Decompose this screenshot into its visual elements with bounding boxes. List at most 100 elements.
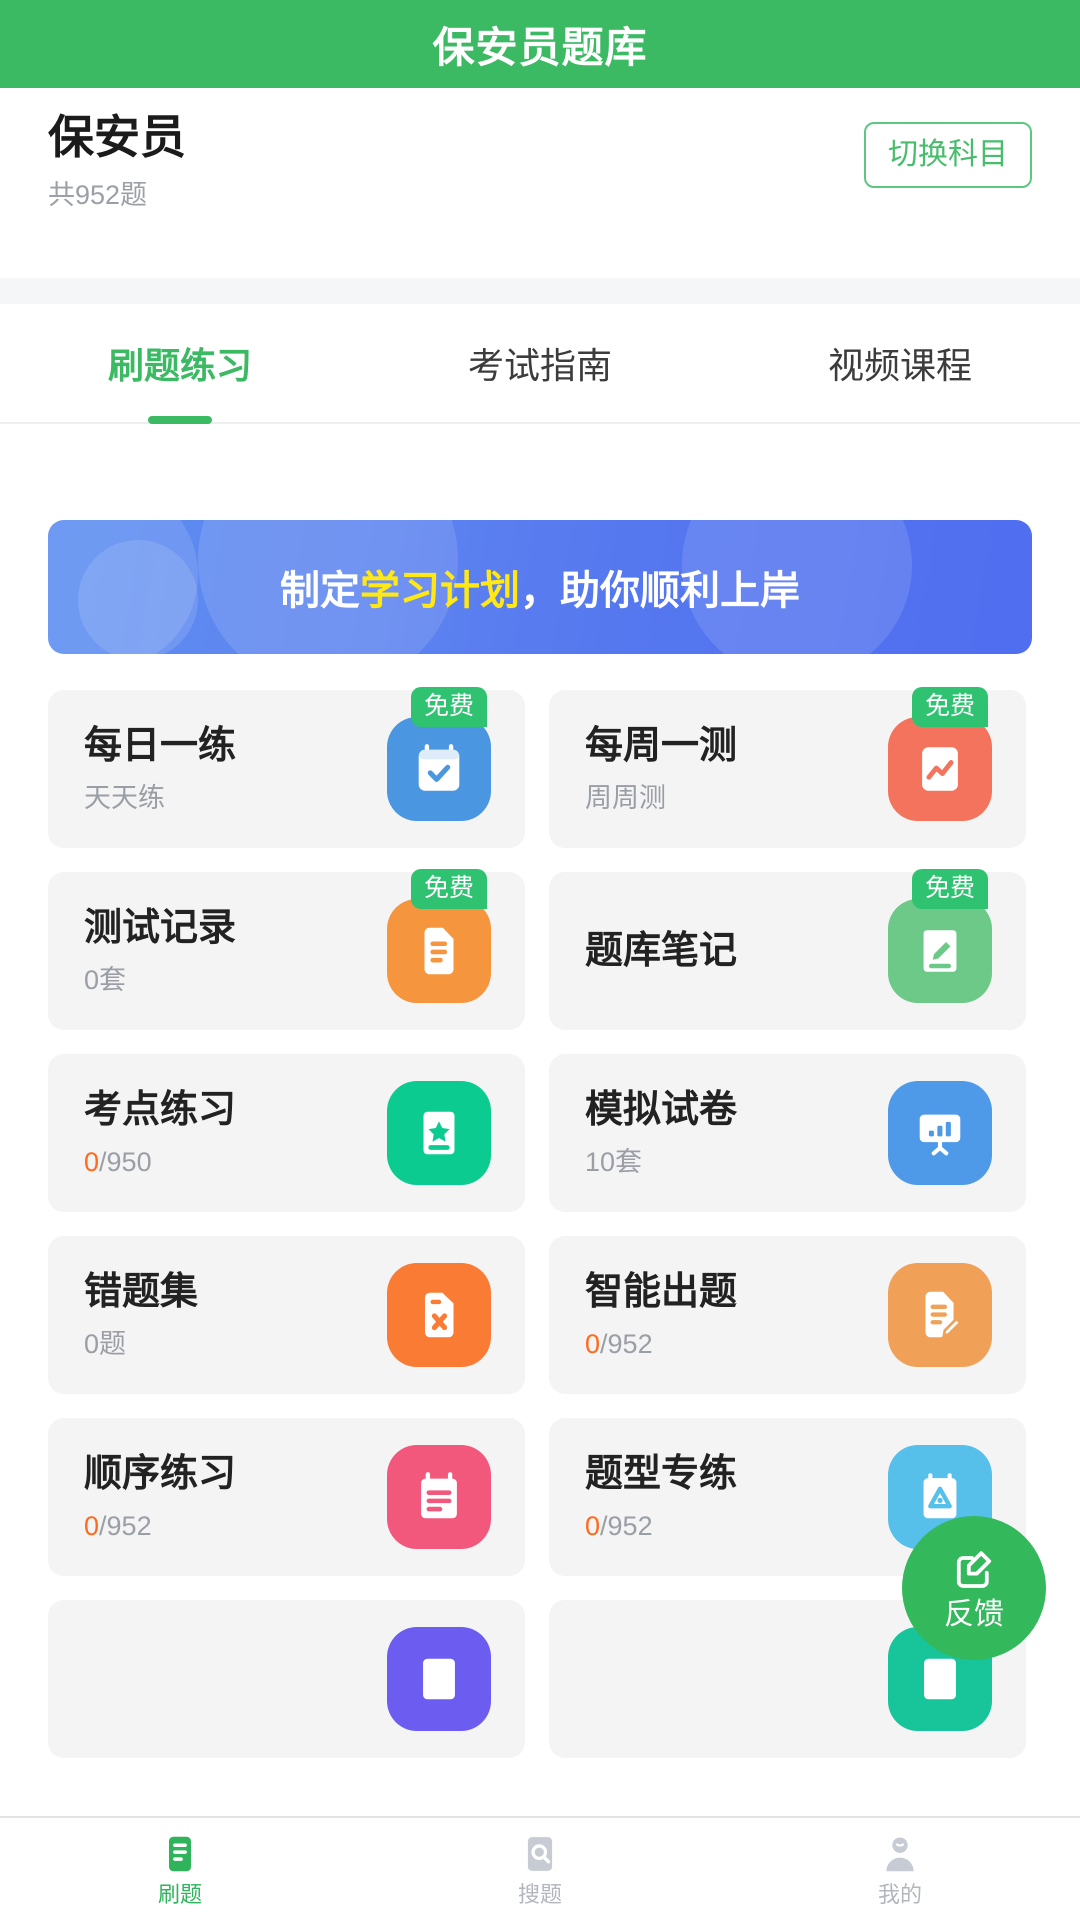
subject-header: 保安员 共952题 切换科目 — [0, 88, 1080, 278]
card-texts: 智能出题 0/952 — [585, 1273, 737, 1358]
nav-item-practice[interactable]: 刷题 — [0, 1832, 360, 1906]
card-subtitle: 10套 — [585, 1146, 643, 1177]
page-title: 保安员题库 — [432, 23, 648, 71]
order-calendar-icon — [387, 1445, 491, 1549]
edit-feedback-icon — [956, 1551, 992, 1588]
card-icon-wrap: 免费 — [387, 869, 491, 1003]
card-subtitle: 周周测 — [585, 782, 666, 813]
tab-exam-guide[interactable]: 考试指南 — [360, 304, 720, 422]
free-badge: 免费 — [411, 869, 488, 909]
card-texts: 测试记录 0套 — [84, 909, 236, 994]
card-title: 题型专练 — [585, 1452, 738, 1495]
app-root: 保安员题库 保安员 共952题 切换科目 刷题练习 考试指南 视频课程 制定学习… — [0, 0, 1080, 1920]
progress-current: 0 — [585, 1328, 601, 1359]
progress-total: /950 — [99, 1146, 152, 1177]
card-mock-exam[interactable]: 模拟试卷 10套 — [549, 1054, 1026, 1212]
free-badge: 免费 — [411, 687, 488, 727]
card-title: 错题集 — [84, 1270, 199, 1313]
note-pencil-icon — [888, 899, 992, 1003]
tab-bar: 刷题练习 考试指南 视频课程 — [0, 304, 1080, 424]
card-texts: 错题集 0题 — [84, 1273, 198, 1358]
banner-suffix: ，助你顺利上岸 — [520, 569, 800, 613]
card-texts: 顺序练习 0/952 — [84, 1455, 236, 1540]
subject-question-count: 共952题 — [48, 180, 148, 210]
card-title: 每周一测 — [585, 724, 738, 767]
nav-label: 刷题 — [157, 1882, 202, 1907]
card-keypoint-practice[interactable]: 考点练习 0/950 — [48, 1054, 525, 1212]
banner-prefix: 制定 — [280, 569, 360, 613]
card-subtitle: 0/952 — [585, 1510, 737, 1541]
card-texts: 考点练习 0/950 — [84, 1091, 236, 1176]
tab-video-course[interactable]: 视频课程 — [720, 304, 1080, 422]
study-plan-banner[interactable]: 制定学习计划，助你顺利上岸 — [48, 520, 1032, 654]
card-smart-questions[interactable]: 智能出题 0/952 — [549, 1236, 1026, 1394]
nav-label: 搜题 — [517, 1882, 562, 1907]
card-icon-wrap — [888, 1263, 992, 1367]
card-daily-practice[interactable]: 每日一练 天天练 免费 — [48, 687, 525, 848]
card-subtitle: 0题 — [84, 1328, 127, 1359]
card-icon-wrap — [387, 1263, 491, 1367]
card-texts: 每日一练 天天练 — [84, 727, 236, 812]
card-title: 题库笔记 — [585, 930, 738, 972]
card-texts: 模拟试卷 10套 — [585, 1091, 737, 1176]
card-subtitle: 0/952 — [84, 1510, 236, 1541]
progress-current: 0 — [585, 1510, 601, 1541]
card-texts: 每周一测 周周测 — [585, 727, 737, 812]
card-icon-wrap — [387, 1445, 491, 1549]
card-subtitle: 0/952 — [585, 1328, 737, 1359]
card-sequential-practice[interactable]: 顺序练习 0/952 — [48, 1418, 525, 1576]
progress-current: 0 — [84, 1510, 100, 1541]
card-title: 模拟试卷 — [585, 1088, 738, 1131]
card-title: 测试记录 — [84, 906, 237, 949]
banner-decoration-2 — [78, 540, 198, 654]
feedback-label: 反馈 — [944, 1598, 1004, 1631]
card-texts: 题库笔记 — [585, 932, 737, 970]
feedback-fab[interactable]: 反馈 — [902, 1516, 1046, 1660]
switch-subject-button[interactable]: 切换科目 — [864, 122, 1032, 188]
nav-label: 我的 — [877, 1882, 922, 1907]
section-divider — [0, 278, 1080, 304]
card-title: 考点练习 — [84, 1088, 237, 1131]
card-title: 每日一练 — [84, 724, 237, 767]
top-app-bar: 保安员题库 — [0, 0, 1080, 88]
free-badge: 免费 — [912, 869, 989, 909]
progress-total: /952 — [99, 1510, 152, 1541]
user-icon — [886, 1837, 914, 1872]
document-lines-icon — [387, 899, 491, 1003]
card-subtitle: 0/950 — [84, 1146, 236, 1177]
search-icon — [527, 1837, 553, 1871]
chart-report-icon — [888, 717, 992, 821]
card-question-notes[interactable]: 题库笔记 免费 — [549, 869, 1026, 1030]
card-icon-wrap — [888, 1081, 992, 1185]
calendar-check-icon — [387, 717, 491, 821]
card-subtitle: 0套 — [84, 964, 127, 995]
card-weekly-test[interactable]: 每周一测 周周测 免费 — [549, 687, 1026, 848]
banner-text: 制定学习计划，助你顺利上岸 — [280, 558, 800, 616]
purple-card-icon — [387, 1627, 491, 1731]
subject-name: 保安员 — [48, 111, 186, 163]
feature-grid: 每日一练 天天练 免费 每周一测 周周测 免费 测试记录 0套 免费 题库笔记 … — [48, 687, 1032, 1758]
smart-doc-icon — [888, 1263, 992, 1367]
progress-total: /952 — [600, 1328, 653, 1359]
wrong-doc-icon — [387, 1263, 491, 1367]
card-icon-wrap: 免费 — [888, 687, 992, 821]
card-partial-left[interactable] — [48, 1600, 525, 1758]
nav-item-profile[interactable]: 我的 — [720, 1832, 1080, 1906]
card-texts: 题型专练 0/952 — [585, 1455, 737, 1540]
card-title: 智能出题 — [585, 1270, 738, 1313]
tab-practice[interactable]: 刷题练习 — [0, 304, 360, 422]
chart-board-icon — [888, 1081, 992, 1185]
card-subtitle: 天天练 — [84, 782, 165, 813]
banner-highlight: 学习计划 — [360, 569, 520, 613]
progress-total: /952 — [600, 1510, 653, 1541]
free-badge: 免费 — [912, 687, 989, 727]
card-wrong-questions[interactable]: 错题集 0题 — [48, 1236, 525, 1394]
doc-lines-icon — [169, 1836, 191, 1872]
card-icon-wrap: 免费 — [888, 869, 992, 1003]
bottom-navigation: 刷题 搜题 我的 — [0, 1816, 1080, 1920]
nav-item-search[interactable]: 搜题 — [360, 1832, 720, 1906]
card-test-records[interactable]: 测试记录 0套 免费 — [48, 869, 525, 1030]
subject-info: 保安员 共952题 — [48, 114, 186, 209]
card-icon-wrap: 免费 — [387, 687, 491, 821]
card-icon-wrap — [387, 1081, 491, 1185]
